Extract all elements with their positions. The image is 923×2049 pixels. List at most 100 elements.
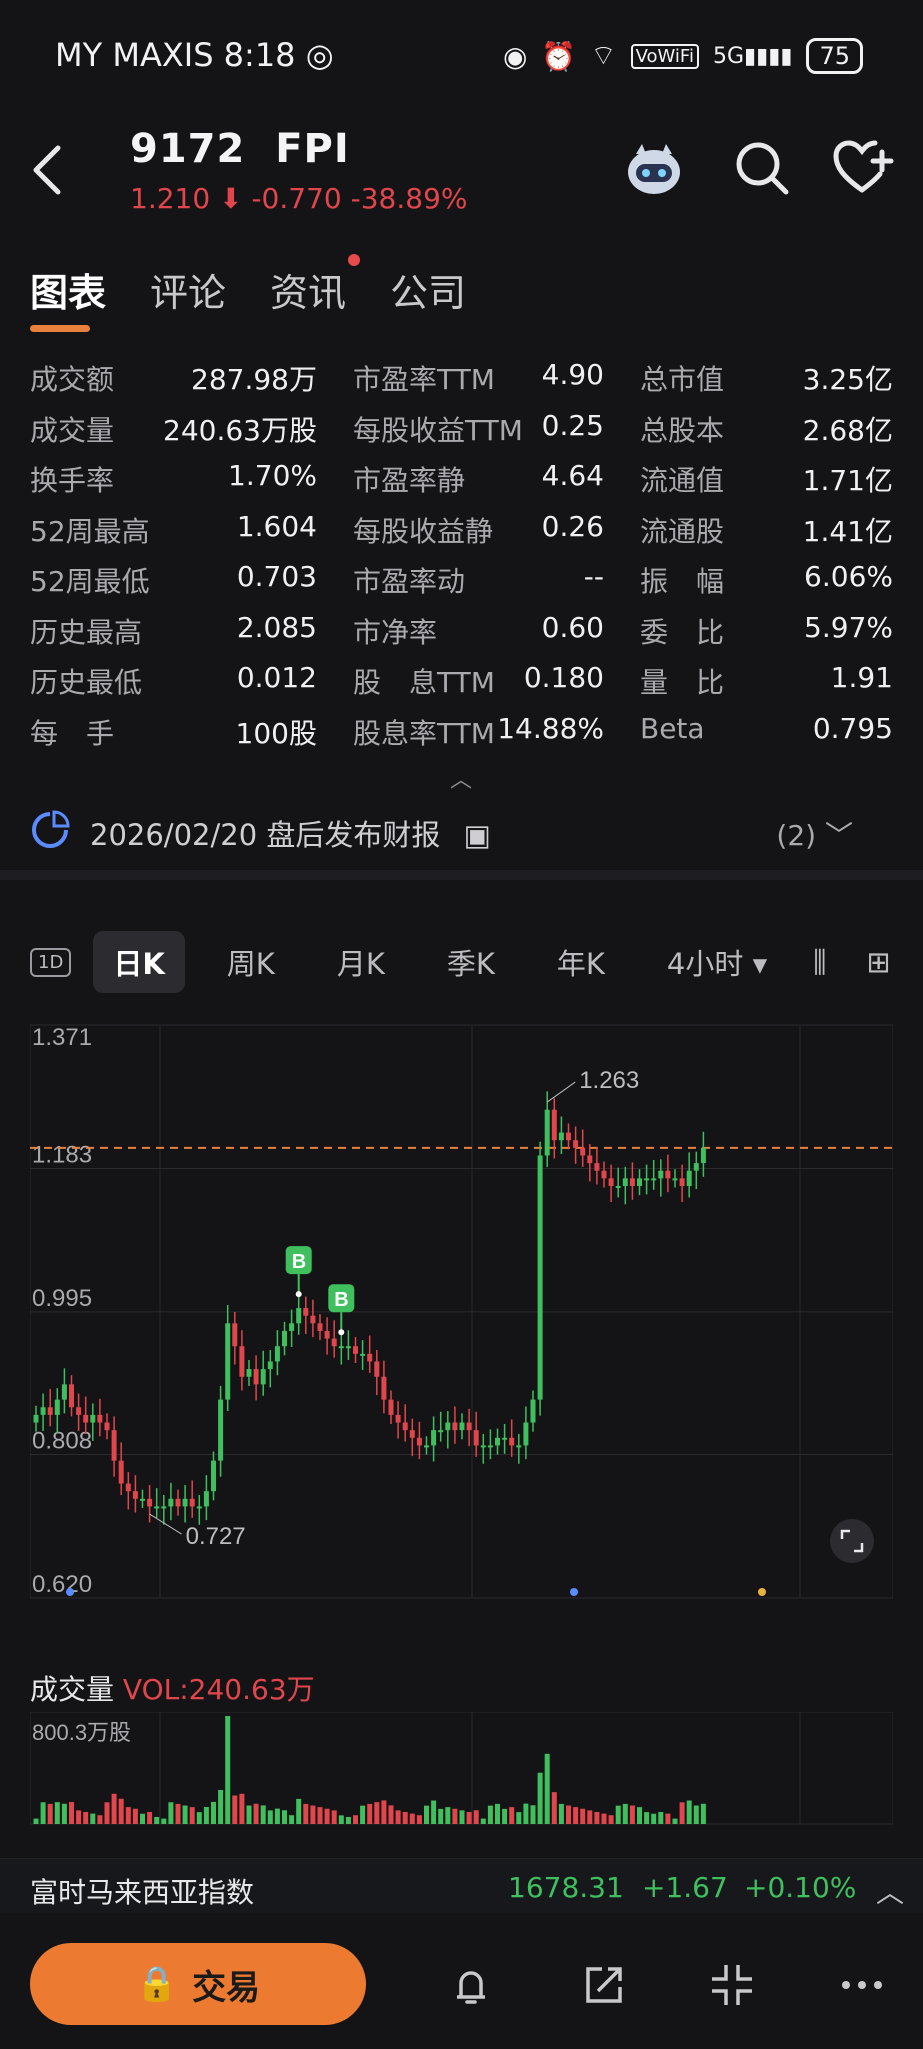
candle-body — [168, 1498, 174, 1507]
volume-bar — [658, 1811, 664, 1824]
price: 1.210 — [130, 182, 211, 215]
stats-row: 每 手 100股 股息率TTM 14.88% Beta 0.795 — [30, 706, 895, 757]
candle-body — [466, 1422, 472, 1431]
volume-bar — [274, 1808, 280, 1824]
period-week-k[interactable]: 周K — [207, 931, 295, 993]
volume-bar — [118, 1798, 124, 1824]
candle-body — [324, 1330, 330, 1339]
volume-bar — [544, 1753, 550, 1824]
volume-bar — [47, 1803, 53, 1824]
volume-bar — [90, 1813, 96, 1824]
index-change-pct: +0.10% — [744, 1871, 857, 1904]
stat-label: 每股收益静 — [353, 514, 494, 548]
volume-bar — [168, 1802, 174, 1824]
volume-bar — [338, 1815, 344, 1824]
search-icon[interactable] — [730, 136, 794, 200]
candlestick-chart[interactable]: 1.3711.1830.9950.8080.6202025/09112026/0… — [30, 1010, 893, 1605]
earnings-count: (2) ﹀ — [776, 819, 853, 852]
volume-bar — [615, 1805, 621, 1824]
more-icon[interactable] — [838, 1961, 886, 2009]
volume-bar — [651, 1813, 657, 1824]
stats-row: 成交量 240.63万股 每股收益TTM 0.25 总股本 2.68亿 — [30, 403, 895, 454]
calendar-add-icon[interactable]: ▣ — [464, 818, 491, 852]
candle-body — [118, 1460, 124, 1484]
candle-body — [274, 1346, 280, 1362]
candle-body — [253, 1369, 259, 1385]
index-name: 富时马来西亚指数 — [30, 1876, 255, 1909]
stat-label: 流通值 — [640, 464, 725, 497]
candle-body — [409, 1430, 415, 1438]
index-bar[interactable]: 富时马来西亚指数 1678.31 +1.67 +0.10% ︿ — [0, 1858, 923, 1913]
candle-body — [622, 1178, 628, 1186]
stat-label: 委 比 — [640, 615, 725, 649]
candle-body — [132, 1491, 138, 1499]
stat-label: 52周最低 — [30, 565, 150, 598]
volume-bar — [83, 1811, 89, 1824]
earnings-text: 2026/02/20 盘后发布财报 ▣ — [90, 818, 491, 852]
trade-button[interactable]: 🔒 交易 — [30, 1943, 366, 2025]
status-bar: MY MAXIS 8:18 ◎ ◉ ⏰ ⌔ VoWiFi 5G▮▮▮▮ 75 — [0, 0, 923, 110]
candle-body — [310, 1315, 316, 1324]
stat-value: -- — [583, 560, 604, 593]
stat-value: 1.604 — [236, 509, 317, 543]
candle-body — [267, 1361, 273, 1370]
candle-body — [594, 1163, 600, 1171]
candle-body — [104, 1422, 110, 1431]
section-tabs: 图表 评论 资讯 公司 — [30, 254, 466, 332]
period-quarter-k[interactable]: 季K — [427, 931, 515, 993]
volume-bar — [402, 1811, 408, 1824]
period-day-k[interactable]: 日K — [93, 931, 185, 993]
period-1d[interactable]: 1D — [30, 947, 72, 977]
volume-bar — [665, 1813, 671, 1824]
volume-bar — [580, 1808, 586, 1824]
candle-body — [601, 1170, 607, 1179]
favorite-add-icon[interactable] — [830, 136, 894, 200]
volume-bar — [629, 1805, 635, 1824]
volume-bar — [637, 1807, 642, 1824]
volume-label: 成交量 VOL:240.63万 — [30, 1673, 315, 1706]
period-4h[interactable]: 4小时 ▾ — [647, 931, 787, 993]
candlestick-type-icon[interactable]: ⫼ — [813, 945, 826, 980]
share-icon[interactable] — [580, 1961, 628, 2009]
stat-label: 流通股 — [640, 514, 725, 548]
tab-chart[interactable]: 图表 — [30, 262, 106, 332]
stock-title: 9172 FPI — [130, 126, 350, 172]
stat-label: 历史最高 — [30, 615, 143, 649]
candle-body — [125, 1483, 131, 1492]
volume-bar — [232, 1795, 238, 1824]
chevron-up-icon[interactable]: ︿ — [876, 1871, 904, 1911]
stat-value: 0.012 — [236, 661, 317, 694]
volume-bar — [700, 1803, 706, 1824]
price-change: -0.770 — [251, 182, 342, 215]
event-dot — [570, 1588, 578, 1596]
candle-body — [509, 1437, 515, 1446]
candle-body — [47, 1407, 53, 1415]
earnings-row[interactable]: 2026/02/20 盘后发布财报 ▣ (2) ﹀ — [0, 800, 923, 880]
stat-value: 1.91 — [830, 661, 893, 694]
tab-news[interactable]: 资讯 — [270, 254, 361, 322]
candle-body — [530, 1399, 536, 1423]
candle-body — [487, 1445, 493, 1448]
candle-body — [651, 1178, 657, 1181]
candle-body — [700, 1147, 706, 1164]
collapse-view-icon[interactable] — [708, 1961, 756, 2009]
volume-bar — [289, 1815, 295, 1824]
tab-company[interactable]: 公司 — [390, 262, 466, 322]
collapse-chevron-icon[interactable]: ︿ — [450, 762, 472, 794]
volume-bar — [147, 1811, 153, 1824]
volume-bar — [409, 1813, 415, 1824]
bottom-bar: 🔒 交易 — [0, 1925, 923, 2049]
back-icon[interactable] — [28, 140, 68, 200]
fullscreen-button[interactable] — [830, 1519, 874, 1563]
period-year-k[interactable]: 年K — [537, 931, 625, 993]
robot-assistant-icon[interactable] — [622, 136, 686, 200]
candle-body — [381, 1376, 387, 1400]
grid-layout-icon[interactable]: ⊞ — [867, 945, 891, 979]
stat-label: 市盈率静 — [353, 464, 466, 497]
tab-comments[interactable]: 评论 — [150, 262, 226, 322]
eye-icon: ◉ — [502, 39, 528, 73]
volume-bar — [282, 1810, 287, 1824]
period-month-k[interactable]: 月K — [317, 931, 405, 993]
alert-add-icon[interactable] — [447, 1961, 495, 2009]
volume-chart[interactable]: 800.3万股 — [30, 1712, 893, 1827]
